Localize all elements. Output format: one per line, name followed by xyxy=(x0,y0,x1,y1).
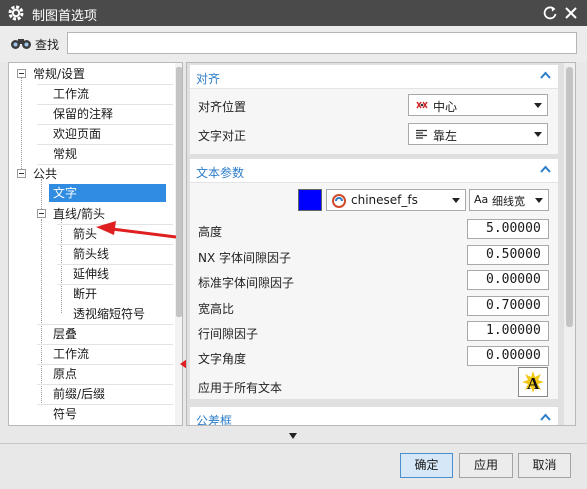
line-width-dropdown[interactable]: Aa 细线宽 xyxy=(469,189,549,211)
tree-item[interactable]: 断开 xyxy=(73,285,97,303)
search-row: 查找 xyxy=(0,26,587,62)
apply-button[interactable]: 应用 xyxy=(459,453,513,478)
tree-separator xyxy=(37,164,173,165)
text-justify-dropdown[interactable]: 靠左 xyxy=(408,123,548,145)
nx-font-gap-label: NX 字体间隙因子 xyxy=(198,251,292,265)
tree-item[interactable]: 延伸线 xyxy=(73,265,109,283)
tree-item[interactable]: 透视缩短符号 xyxy=(73,305,145,323)
aspect-ratio-label: 宽高比 xyxy=(198,302,235,316)
collapse-icon[interactable] xyxy=(37,209,46,218)
tolerance-section-header[interactable]: 公差框 xyxy=(190,407,558,426)
svg-text:A: A xyxy=(527,374,540,393)
tree-connector xyxy=(41,219,42,405)
tree-item[interactable]: 公共 xyxy=(33,165,57,183)
chevron-down-icon xyxy=(534,132,542,137)
annotation-arrow-icon xyxy=(96,221,177,239)
window-title: 制图首选项 xyxy=(32,9,98,24)
font-dropdown[interactable]: chinesef_fs xyxy=(326,189,466,211)
tree-item[interactable]: 前缀/后缀 xyxy=(53,385,105,403)
section-title: 对齐 xyxy=(196,72,221,86)
align-section: 对齐 对齐位置 中心 文字对正 靠左 xyxy=(190,65,558,154)
settings-scrollbar-thumb[interactable] xyxy=(566,67,573,327)
tree-scrollbar-thumb[interactable] xyxy=(176,67,182,317)
divider xyxy=(0,443,587,444)
tree-item[interactable]: 工作流 xyxy=(53,345,89,363)
title-bar: 制图首选项 xyxy=(0,0,587,26)
collapse-icon[interactable] xyxy=(17,169,26,178)
gear-icon xyxy=(8,5,24,21)
tree-item[interactable]: 常规 xyxy=(53,145,77,163)
ok-button[interactable]: 确定 xyxy=(400,453,453,478)
section-title: 文本参数 xyxy=(196,166,245,180)
tree-item[interactable]: 符号 xyxy=(53,405,77,423)
search-label: 查找 xyxy=(35,38,60,52)
text-angle-label: 文字角度 xyxy=(198,352,247,366)
tree-item-selected[interactable]: 文字 xyxy=(49,184,166,202)
standard-font-gap-label: 标准字体间隙因子 xyxy=(198,276,295,290)
standard-font-gap-field[interactable]: 0.00000 xyxy=(467,270,549,290)
align-left-icon xyxy=(416,129,427,139)
tree-scrollbar[interactable] xyxy=(175,63,182,425)
aspect-ratio-field[interactable]: 0.70000 xyxy=(467,296,549,316)
text-params-section: 文本参数 chinesef_fs Aa 细线宽 高度 5.00000 NX 字体… xyxy=(190,159,558,399)
settings-scrollbar[interactable] xyxy=(564,63,575,425)
height-field[interactable]: 5.00000 xyxy=(467,219,549,239)
tolerance-section: 公差框 xyxy=(190,407,558,426)
tree-item[interactable]: 常规/设置 xyxy=(33,65,85,83)
font-icon xyxy=(332,194,346,208)
text-justify-label: 文字对正 xyxy=(198,129,247,143)
tree-connector xyxy=(41,179,42,213)
tree-item[interactable]: 层叠 xyxy=(53,325,77,343)
text-params-section-header[interactable]: 文本参数 xyxy=(190,159,558,183)
chevron-down-icon xyxy=(452,198,460,203)
apply-all-text-label: 应用于所有文本 xyxy=(198,381,283,395)
preferences-tree: 常规/设置 工作流 保留的注释 欢迎页面 常规 公共 文字 直线/箭头 箭头 箭… xyxy=(8,62,183,426)
height-label: 高度 xyxy=(198,225,223,239)
binoculars-icon xyxy=(11,39,31,49)
tree-item[interactable]: 欢迎页面 xyxy=(53,125,101,143)
font-style-icon: Aa xyxy=(474,193,489,206)
expand-more-icon[interactable] xyxy=(289,433,297,439)
tree-item[interactable]: 原点 xyxy=(53,365,77,383)
chevron-up-icon[interactable] xyxy=(540,165,551,173)
section-title: 公差框 xyxy=(196,414,233,426)
search-input[interactable] xyxy=(67,32,577,54)
close-icon[interactable] xyxy=(563,5,579,21)
settings-panel: 对齐 对齐位置 中心 文字对正 靠左 文本参数 chinesef_fs Aa 细… xyxy=(186,62,576,426)
collapse-icon[interactable] xyxy=(17,69,26,78)
align-position-dropdown[interactable]: 中心 xyxy=(408,94,548,116)
apply-all-text-button[interactable]: A xyxy=(518,367,548,397)
align-position-label: 对齐位置 xyxy=(198,100,247,114)
reset-icon[interactable] xyxy=(542,5,558,21)
chevron-down-icon xyxy=(535,198,543,203)
text-angle-field[interactable]: 0.00000 xyxy=(467,346,549,366)
tree-item[interactable]: 工作流 xyxy=(53,85,89,103)
tree-item[interactable]: 箭头线 xyxy=(73,245,109,263)
line-gap-label: 行间隙因子 xyxy=(198,327,259,341)
tree-item[interactable]: 保留的注释 xyxy=(53,105,113,123)
align-section-header[interactable]: 对齐 xyxy=(190,65,558,89)
text-color-swatch[interactable] xyxy=(298,189,322,211)
align-center-icon xyxy=(416,101,428,109)
tree-connector xyxy=(21,77,22,169)
chevron-down-icon xyxy=(534,103,542,108)
chevron-up-icon[interactable] xyxy=(540,413,551,421)
line-gap-field[interactable]: 1.00000 xyxy=(467,321,549,341)
tree-connector xyxy=(61,219,62,313)
chevron-up-icon[interactable] xyxy=(540,71,551,79)
cancel-button[interactable]: 取消 xyxy=(518,453,571,478)
nx-font-gap-field[interactable]: 0.50000 xyxy=(467,245,549,265)
text-apply-icon: A xyxy=(522,371,544,393)
